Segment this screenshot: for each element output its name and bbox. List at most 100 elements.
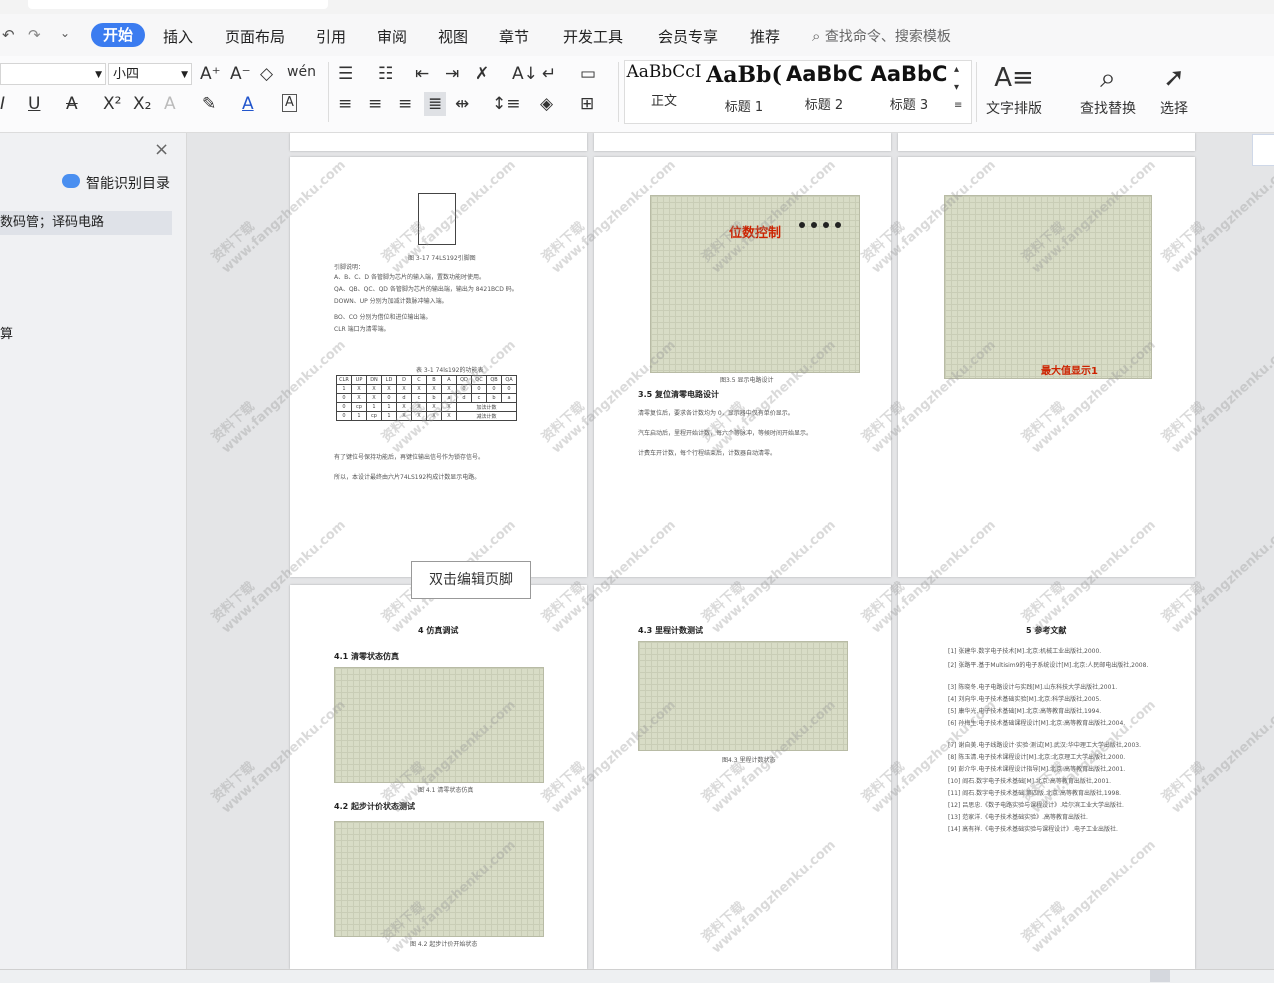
tab-stops-icon[interactable]: ▭ (580, 64, 596, 84)
page-5[interactable]: 4.3 里程计数测试 图4.3 里程计数状态 (594, 585, 891, 969)
clear-format-icon[interactable]: ◇ (260, 64, 273, 84)
undo-icon[interactable]: ↶ (2, 26, 15, 44)
align-right-icon[interactable]: ≡ (398, 94, 412, 114)
reference-item: [13] 范家洋.《电子技术基础实验》.高等教育出版社. (948, 814, 1088, 821)
tab-references[interactable]: 引用 (316, 26, 346, 47)
command-search[interactable]: ⌕ 查找命令、搜索模板 (812, 26, 951, 46)
cloud-ai-icon (62, 174, 80, 188)
page-6[interactable]: 5 参考文献 [1] 张建华.数字电子技术[M].北京:机械工业出版社,2000… (898, 585, 1195, 969)
body-text: CLR 端口为清零端。 (334, 326, 390, 333)
section-heading: 4.3 里程计数测试 (638, 626, 703, 635)
tab-view[interactable]: 视图 (438, 26, 468, 47)
tab-page-layout[interactable]: 页面布局 (225, 26, 285, 47)
figure-caption: 图 3-17 74LS192引脚图 (408, 255, 476, 262)
tab-review[interactable]: 审阅 (377, 26, 407, 47)
style-more-icon[interactable]: ≡ (954, 96, 962, 116)
style-scroll-down-icon[interactable]: ▾ (954, 78, 959, 98)
find-replace-button[interactable]: ⌕ 查找替换 (1080, 62, 1136, 118)
page-3[interactable]: 最大值显示1 (898, 157, 1195, 577)
chip-diagram (418, 193, 456, 245)
style-heading-1[interactable]: AaBb( 标题 1 (706, 62, 782, 116)
nav-item-current[interactable]: 数码管；译码电路 (0, 211, 172, 235)
nav-title[interactable]: 智能识别目录 (86, 173, 170, 193)
bullets-icon[interactable]: ☰ (338, 64, 353, 84)
circuit-diagram (334, 667, 544, 783)
style-label: 标题 3 (889, 98, 929, 113)
select-button[interactable]: ➚ 选择 (1160, 62, 1188, 118)
style-heading-2[interactable]: AaBbC 标题 2 (786, 62, 862, 116)
body-text: QA、QB、QC、QD 各管脚为芯片的输出端，输出为 8421BCD 码。 (334, 286, 518, 293)
sort-icon[interactable]: A↓ (512, 64, 538, 84)
circuit-diagram: 最大值显示1 (944, 195, 1152, 379)
style-sample: AaBbC (870, 62, 948, 86)
reference-item: [14] 高有祥.《电子技术基础实验与课程设计》.电子工业出版社. (948, 826, 1118, 833)
style-normal[interactable]: AaBbCcI 正文 (626, 62, 702, 116)
highlight-icon[interactable]: ✎ (202, 94, 216, 114)
figure-caption: 图 4.2 起步计价开始状态 (410, 941, 478, 948)
document-canvas[interactable]: 图 3-17 74LS192引脚图 引脚说明： A、B、C、D 各管脚为芯片的输… (187, 133, 1274, 969)
page-2[interactable]: 位数控制 图3.5 显示电路设计 3.5 复位清零电路设计 清零复位后，要求各计… (594, 157, 891, 577)
superscript-icon[interactable]: X² (103, 94, 121, 114)
borders-icon[interactable]: ⊞ (580, 94, 594, 114)
quick-access-dropdown-icon[interactable]: ⌄ (60, 26, 70, 40)
reference-item: [1] 张建华.数字电子技术[M].北京:机械工业出版社,2000. (948, 648, 1102, 655)
style-heading-3[interactable]: AaBbC 标题 3 (866, 62, 952, 116)
command-search-placeholder: 查找命令、搜索模板 (824, 29, 951, 45)
menu-bar: ↶ ↷ ⌄ 开始 插入 页面布局 引用 审阅 视图 章节 开发工具 会员专享 推… (0, 14, 1274, 56)
show-marks-icon[interactable]: ↵ (542, 64, 556, 84)
underline-icon[interactable]: U (28, 94, 40, 114)
page-4[interactable]: 4 仿真调试 4.1 清零状态仿真 图 4.1 清零状态仿真 4.2 起步计价状… (290, 585, 587, 969)
tab-chapter[interactable]: 章节 (499, 26, 529, 47)
subscript-icon[interactable]: X₂ (133, 94, 151, 114)
find-replace-label: 查找替换 (1080, 101, 1136, 117)
shading-icon[interactable]: ◈ (540, 94, 553, 114)
redo-icon[interactable]: ↷ (28, 26, 41, 44)
view-mode-icon[interactable] (1150, 970, 1170, 982)
strikethrough-icon[interactable]: A (66, 94, 78, 114)
align-left-icon[interactable]: ≡ (338, 94, 352, 114)
font-name-select[interactable]: ▼ (0, 63, 106, 85)
nav-item-partial[interactable]: 算 (0, 323, 13, 342)
font-color-icon[interactable]: A (242, 94, 254, 114)
align-center-icon[interactable]: ≡ (368, 94, 382, 114)
document-tab[interactable] (28, 0, 328, 9)
distributed-icon[interactable]: ⇹ (455, 94, 469, 114)
style-scroll-up-icon[interactable]: ▴ (954, 60, 959, 80)
section-heading: 4.2 起步计价状态测试 (334, 802, 415, 811)
tab-developer[interactable]: 开发工具 (563, 26, 623, 47)
body-text: 所以，本设计最终由六片74LS192构成计数显示电路。 (334, 474, 481, 481)
numbering-icon[interactable]: ☷ (378, 64, 393, 84)
font-size-select[interactable]: 小四 ▼ (108, 63, 192, 85)
line-spacing-icon[interactable]: ↕≡ (492, 94, 521, 114)
text-layout-button[interactable]: A≡ 文字排版 (986, 62, 1042, 118)
align-justify-icon[interactable]: ≣ (424, 92, 447, 116)
text-layout-icon: A≡ (994, 63, 1034, 93)
phonetic-guide-icon[interactable]: wén (287, 62, 316, 82)
close-icon[interactable]: × (154, 139, 169, 160)
page-1[interactable]: 图 3-17 74LS192引脚图 引脚说明： A、B、C、D 各管脚为芯片的输… (290, 157, 587, 577)
tab-start[interactable]: 开始 (91, 23, 145, 47)
decrease-indent-icon[interactable]: ⇤ (415, 64, 429, 84)
text-layout-label: 文字排版 (986, 101, 1042, 117)
tab-recommend[interactable]: 推荐 (750, 26, 780, 47)
font-size-value: 小四 (113, 67, 140, 82)
shrink-font-icon[interactable]: A⁻ (230, 64, 251, 84)
chinese-layout-icon[interactable]: ✗ (475, 64, 489, 84)
style-label: 正文 (650, 94, 677, 109)
grow-font-icon[interactable]: A⁺ (200, 64, 221, 84)
reference-item: [3] 陈晓冬.电子电路设计与实践[M].山东科技大学出版社,2001. (948, 684, 1118, 691)
italic-icon[interactable]: I (0, 94, 5, 114)
led-row (799, 222, 845, 228)
char-border-icon[interactable]: A (282, 94, 297, 112)
chapter-heading: 4 仿真调试 (418, 626, 459, 635)
body-text: BO、CO 分别为借位和进位输出端。 (334, 314, 432, 321)
side-assistant-icon[interactable] (1252, 134, 1274, 166)
tab-insert[interactable]: 插入 (163, 26, 193, 47)
edit-footer-tooltip[interactable]: 双击编辑页脚 (411, 561, 531, 599)
circuit-diagram: 位数控制 (650, 195, 860, 373)
body-text: 清零复位后，要求各计数均为 0，显示器中仅有单价显示。 (638, 410, 794, 417)
tab-member[interactable]: 会员专享 (658, 26, 718, 47)
text-effect-icon[interactable]: A (164, 94, 176, 114)
function-table: CLR UP DN LD D C B A QD QC QB QA 1XXXXXXX0000 0XX0d… (336, 375, 517, 421)
increase-indent-icon[interactable]: ⇥ (445, 64, 459, 84)
